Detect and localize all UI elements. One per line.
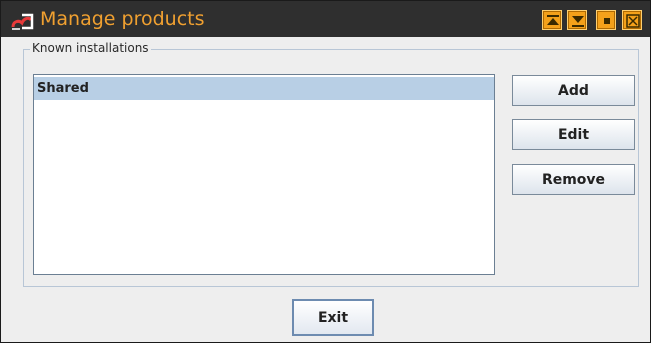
arrow-down-to-bar-icon	[572, 16, 584, 27]
manage-products-window: Manage products Known installations Shar…	[0, 0, 651, 343]
app-logo-icon	[10, 11, 36, 31]
exit-button[interactable]: Exit	[292, 299, 374, 336]
minimize-to-top-button[interactable]	[542, 10, 562, 30]
square-icon	[604, 18, 610, 24]
close-x-icon	[626, 14, 640, 28]
list-item[interactable]: Shared	[34, 77, 494, 100]
known-installations-legend: Known installations	[30, 40, 151, 56]
installations-list[interactable]: Shared	[33, 74, 495, 275]
title-bar[interactable]: Manage products	[1, 1, 650, 37]
add-button[interactable]: Add	[512, 75, 635, 106]
arrow-up-to-bar-icon	[547, 15, 559, 25]
maximize-button[interactable]	[596, 10, 616, 30]
close-button[interactable]	[622, 10, 642, 30]
remove-button[interactable]: Remove	[512, 164, 635, 195]
edit-button[interactable]: Edit	[512, 119, 635, 150]
window-title: Manage products	[40, 8, 205, 30]
minimize-to-bottom-button[interactable]	[567, 10, 587, 30]
